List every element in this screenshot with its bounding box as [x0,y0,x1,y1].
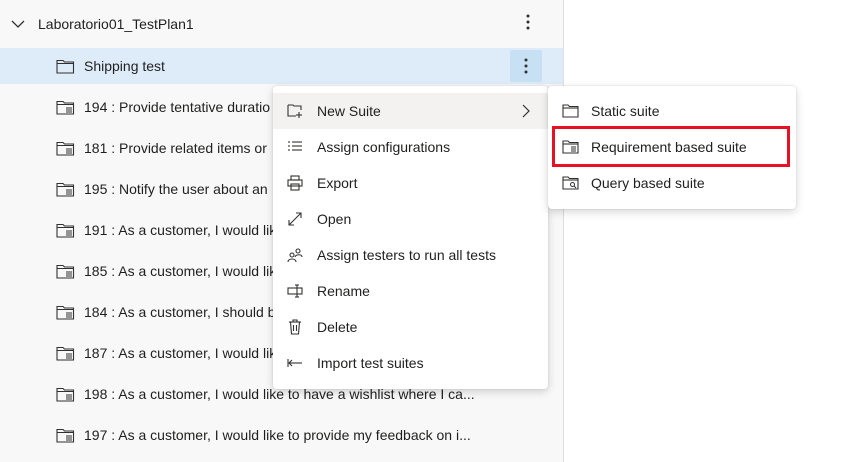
suite-row-shipping-test[interactable]: Shipping test [0,48,563,84]
requirement-suite-icon [56,223,75,238]
submenu-item-label: Query based suite [591,175,705,191]
chevron-right-icon [522,104,530,118]
suite-label: 181 : Provide related items or [84,140,267,156]
suite-label: 185 : As a customer, I would lik [84,263,277,279]
details-pane [564,0,843,462]
delete-icon [289,319,301,335]
list-icon [288,141,302,151]
submenu-item-label: Static suite [591,103,660,119]
folder-icon [562,104,579,118]
annotation-highlight-box [552,126,790,167]
menu-item-open[interactable]: Open [273,201,548,237]
menu-item-assign-configurations[interactable]: Assign configurations [273,129,548,165]
menu-item-rename[interactable]: Rename [273,273,548,309]
menu-item-delete[interactable]: Delete [273,309,548,345]
print-icon [287,175,303,191]
suite-context-menu: New Suite Assign configurations Export O… [273,86,548,389]
test-plan-title: Laboratorio01_TestPlan1 [38,16,194,32]
people-icon [287,248,303,263]
expand-icon [288,212,302,226]
suite-label: 191 : As a customer, I would lik [84,222,277,238]
requirement-suite-icon [56,182,75,197]
menu-item-new-suite[interactable]: New Suite [273,93,548,129]
test-plan-row[interactable]: Laboratorio01_TestPlan1 [0,4,563,44]
menu-item-label: Export [317,175,358,191]
menu-item-export[interactable]: Export [273,165,548,201]
requirement-suite-icon [56,264,75,279]
suite-label: 197 : As a customer, I would like to pro… [84,427,471,443]
submenu-item-static-suite[interactable]: Static suite [548,93,796,129]
menu-item-label: Rename [317,283,370,299]
menu-item-label: Open [317,211,352,227]
rename-icon [287,284,303,298]
suite-label: 184 : As a customer, I should b [84,304,276,320]
query-suite-icon [562,176,579,190]
requirement-suite-icon [56,100,75,115]
menu-item-label: Delete [317,319,358,335]
import-icon [287,359,302,367]
suite-row[interactable]: 197 : As a customer, I would like to pro… [0,417,563,453]
suite-label: 195 : Notify the user about an [84,181,268,197]
menu-item-label: New Suite [317,103,381,119]
menu-item-assign-testers[interactable]: Assign testers to run all tests [273,237,548,273]
requirement-suite-icon [56,387,75,402]
more-vertical-icon [524,58,528,74]
suite-label: 187 : As a customer, I would lik [84,345,277,361]
plan-more-options-button[interactable] [512,6,544,38]
suite-label: Shipping test [84,58,165,74]
requirement-suite-icon [56,346,75,361]
folder-icon [56,59,75,74]
menu-item-import-test-suites[interactable]: Import test suites [273,345,548,381]
menu-item-label: Assign configurations [317,139,451,155]
more-vertical-icon [526,14,530,30]
requirement-suite-icon [56,141,75,156]
new-suite-icon [287,104,302,118]
suite-more-options-button[interactable] [510,50,542,82]
requirement-suite-icon [56,305,75,320]
menu-item-label: Assign testers to run all tests [317,247,496,263]
suite-label: 194 : Provide tentative duratio [84,99,271,115]
chevron-down-icon[interactable] [10,16,26,32]
submenu-item-query-based-suite[interactable]: Query based suite [548,165,796,201]
requirement-suite-icon [56,428,75,443]
menu-item-label: Import test suites [317,355,424,371]
